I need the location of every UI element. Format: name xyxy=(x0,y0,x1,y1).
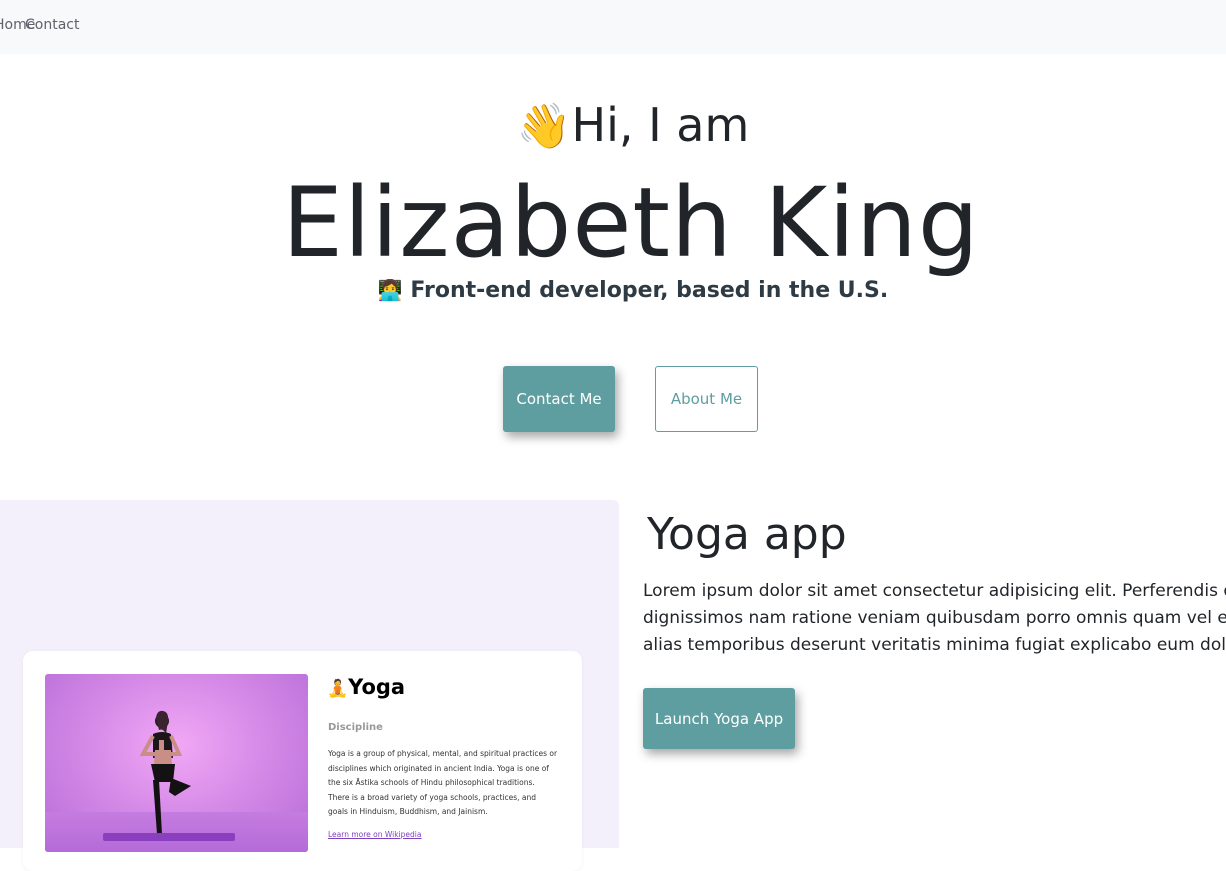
yoga-mat xyxy=(103,833,235,841)
description-line: dignissimos nam ratione veniam quibusdam… xyxy=(643,608,1226,628)
launch-yoga-app-button[interactable]: Launch Yoga App xyxy=(643,688,795,749)
hero-greeting: 👋Hi, I am xyxy=(0,96,1226,156)
top-navbar: Home Contact xyxy=(0,0,1226,54)
description-line: alias temporibus deserunt veritatis mini… xyxy=(643,635,1226,655)
wikipedia-link[interactable]: Learn more on Wikipedia xyxy=(328,830,421,839)
greeting-text: Hi, I am xyxy=(571,98,750,152)
yoga-app-preview-card: 🧘Yoga Discipline Yoga is a group of phys… xyxy=(23,651,582,871)
waving-hand-icon: 👋 xyxy=(516,101,572,152)
yoga-figure-graphic xyxy=(139,710,191,838)
project-title: Yoga app xyxy=(647,509,847,560)
project-preview-panel: 🧘Yoga Discipline Yoga is a group of phys… xyxy=(0,500,619,871)
preview-card-subtitle: Discipline xyxy=(328,722,383,733)
technologist-icon: 👩‍💻 xyxy=(377,278,403,302)
subtitle-text: Front-end developer, based in the U.S. xyxy=(410,278,889,303)
contact-me-button[interactable]: Contact Me xyxy=(503,366,615,432)
person-in-lotus-icon: 🧘 xyxy=(327,679,349,699)
yoga-pose-image xyxy=(45,674,308,852)
preview-card-title: 🧘Yoga xyxy=(327,675,406,699)
nav-link-contact[interactable]: Contact xyxy=(25,17,79,33)
description-line: Lorem ipsum dolor sit amet consectetur a… xyxy=(643,581,1226,601)
hero-name: Elizabeth King xyxy=(282,167,980,279)
hero-subtitle: 👩‍💻 Front-end developer, based in the U.… xyxy=(0,278,1226,303)
project-description: Lorem ipsum dolor sit amet consectetur a… xyxy=(643,578,1226,659)
about-me-button[interactable]: About Me xyxy=(655,366,758,432)
preview-card-body: Yoga is a group of physical, mental, and… xyxy=(328,749,558,817)
